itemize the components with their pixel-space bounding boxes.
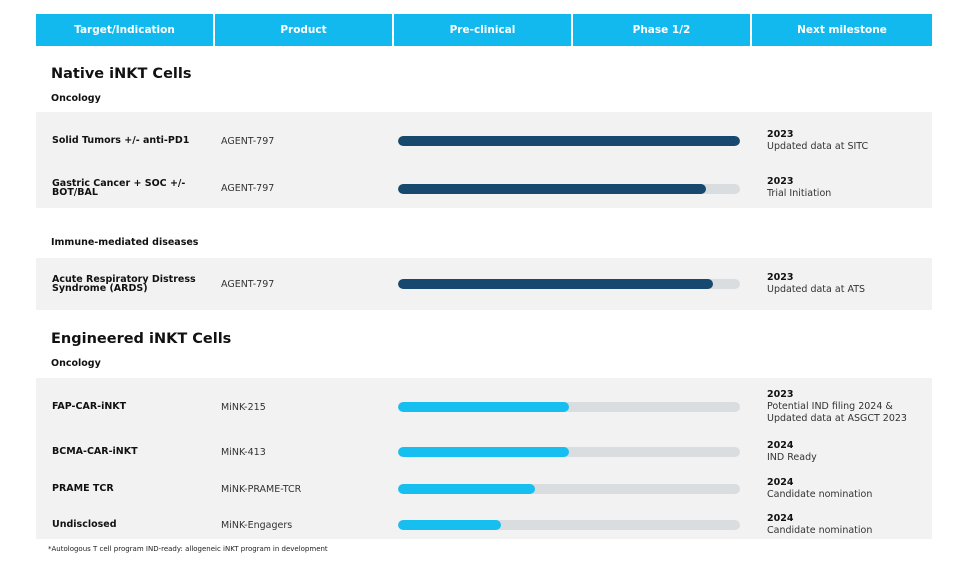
- header-target-indication: Target/Indication: [36, 14, 215, 46]
- row-product: MiNK-215: [221, 401, 266, 413]
- pipeline-table-header: Target/Indication Product Pre-clinical P…: [36, 14, 932, 46]
- section-title-native: Native iNKT Cells: [51, 66, 192, 82]
- milestone-text-2: Updated data at ASGCT 2023: [767, 413, 907, 424]
- pipeline-row: BCMA-CAR-iNKT MiNK-413 2024 IND Ready: [36, 434, 932, 470]
- milestone-year: 2024: [767, 477, 794, 488]
- progress-bar: [398, 279, 740, 289]
- pipeline-row: Acute Respiratory Distress Syndrome (ARD…: [36, 262, 932, 306]
- progress-bar: [398, 447, 740, 457]
- row-milestone: 2024 Candidate nomination: [767, 507, 872, 543]
- row-product: MiNK-413: [221, 446, 266, 458]
- milestone-text: Potential IND filing 2024 &: [767, 401, 893, 412]
- row-milestone: 2023 Trial Initiation: [767, 167, 831, 209]
- row-product: AGENT-797: [221, 182, 275, 194]
- milestone-text: Candidate nomination: [767, 525, 873, 536]
- pipeline-row: Solid Tumors +/- anti-PD1 AGENT-797 2023…: [36, 120, 932, 162]
- category-engineered-oncology: Oncology: [51, 358, 101, 369]
- progress-fill: [398, 136, 740, 146]
- row-milestone: 2023 Updated data at ATS: [767, 262, 865, 306]
- row-milestone: 2023 Potential IND filing 2024 & Updated…: [767, 384, 907, 430]
- row-target: PRAME TCR: [52, 483, 114, 495]
- row-target: Acute Respiratory Distress Syndrome (ARD…: [52, 273, 196, 294]
- section-title-engineered: Engineered iNKT Cells: [51, 331, 232, 347]
- category-immune-mediated: Immune-mediated diseases: [51, 237, 199, 248]
- row-target: BCMA-CAR-iNKT: [52, 446, 138, 458]
- row-milestone: 2024 Candidate nomination: [767, 471, 872, 507]
- progress-fill: [398, 484, 535, 494]
- pipeline-row: Undisclosed MiNK-Engagers 2024 Candidate…: [36, 507, 932, 543]
- row-product: MiNK-PRAME-TCR: [221, 483, 302, 495]
- footnote: *Autologous T cell program IND-ready: al…: [48, 545, 328, 553]
- progress-fill: [398, 520, 501, 530]
- milestone-year: 2023: [767, 389, 794, 400]
- row-product: AGENT-797: [221, 278, 275, 290]
- pipeline-row: Gastric Cancer + SOC +/- BOT/BAL AGENT-7…: [36, 167, 932, 209]
- milestone-text: Updated data at SITC: [767, 141, 869, 152]
- milestone-text: IND Ready: [767, 452, 817, 463]
- milestone-year: 2024: [767, 440, 794, 451]
- progress-bar: [398, 484, 740, 494]
- progress-bar: [398, 184, 740, 194]
- row-product: AGENT-797: [221, 135, 275, 147]
- progress-bar: [398, 136, 740, 146]
- header-pre-clinical: Pre-clinical: [394, 14, 573, 46]
- row-milestone: 2024 IND Ready: [767, 434, 817, 470]
- header-product: Product: [215, 14, 394, 46]
- milestone-year: 2023: [767, 129, 794, 140]
- milestone-text: Trial Initiation: [767, 188, 832, 199]
- progress-fill: [398, 279, 713, 289]
- row-target: Gastric Cancer + SOC +/- BOT/BAL: [52, 177, 186, 198]
- category-native-oncology: Oncology: [51, 93, 101, 104]
- pipeline-row: PRAME TCR MiNK-PRAME-TCR 2024 Candidate …: [36, 471, 932, 507]
- progress-bar: [398, 520, 740, 530]
- pipeline-row: FAP-CAR-iNKT MiNK-215 2023 Potential IND…: [36, 384, 932, 430]
- milestone-year: 2024: [767, 513, 794, 524]
- milestone-year: 2023: [767, 176, 794, 187]
- row-target: FAP-CAR-iNKT: [52, 401, 127, 413]
- header-phase-1-2: Phase 1/2: [573, 14, 752, 46]
- milestone-text: Updated data at ATS: [767, 284, 866, 295]
- row-product: MiNK-Engagers: [221, 519, 293, 531]
- row-milestone: 2023 Updated data at SITC: [767, 120, 868, 162]
- progress-bar: [398, 402, 740, 412]
- row-target: Undisclosed: [52, 519, 117, 531]
- progress-fill: [398, 402, 569, 412]
- milestone-text: Candidate nomination: [767, 489, 873, 500]
- header-next-milestone: Next milestone: [752, 14, 932, 46]
- progress-fill: [398, 447, 569, 457]
- progress-fill: [398, 184, 706, 194]
- row-target: Solid Tumors +/- anti-PD1: [52, 135, 190, 147]
- milestone-year: 2023: [767, 272, 794, 283]
